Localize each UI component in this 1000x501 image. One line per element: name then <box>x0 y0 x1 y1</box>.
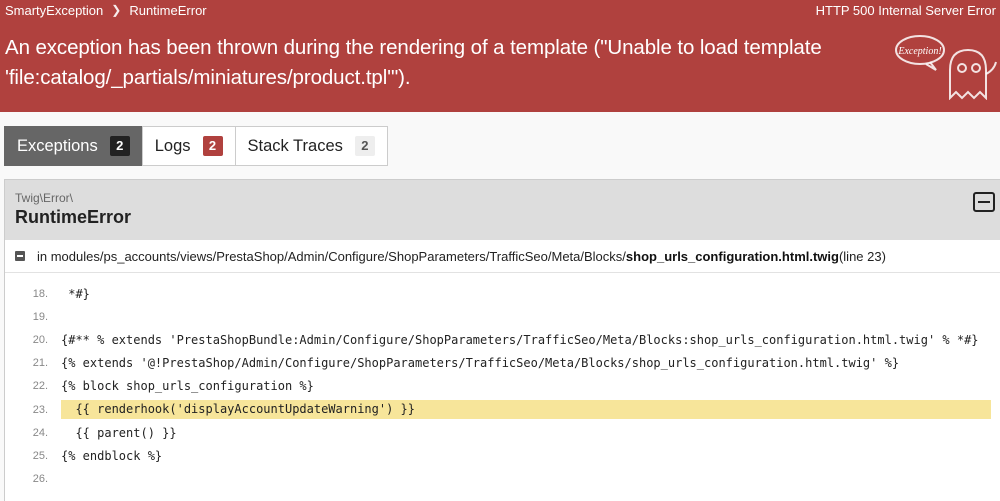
line-code: {{ parent() }} <box>61 425 177 440</box>
code-line: 20. {#** % extends 'PrestaShopBundle:Admi… <box>5 328 1000 351</box>
line-number: 22. <box>32 380 48 393</box>
tab-label: Stack Traces <box>247 136 343 155</box>
code-line: 18. *#} <box>5 282 1000 305</box>
code-snippet: 18. *#} 19. 20. {#** % extends 'PrestaSho… <box>5 282 1000 491</box>
line-number: 20. <box>32 333 48 346</box>
file-name[interactable]: shop_urls_configuration.html.twig <box>626 249 839 264</box>
breadcrumb: SmartyException ❯ RuntimeError <box>5 3 207 18</box>
exception-class: RuntimeError <box>15 207 132 227</box>
code-line: 22. {% block shop_urls_configuration %} <box>5 375 1000 398</box>
line-number: 26. <box>32 473 48 486</box>
tab-logs[interactable]: Logs 2 <box>141 126 236 166</box>
line-code: {% block shop_urls_configuration %} <box>61 379 314 394</box>
chevron-right-icon: ❯ <box>111 3 122 17</box>
ghost-icon: Exception! <box>895 35 997 100</box>
tab-count-badge: 2 <box>109 136 130 156</box>
line-code: {#** % extends 'PrestaShopBundle:Admin/C… <box>61 332 979 347</box>
tab-bar: Exceptions 2 Logs 2 Stack Traces 2 <box>4 126 388 166</box>
file-location: in modules/ps_accounts/views/PrestaShop/… <box>5 240 1000 273</box>
file-line-info: (line 23) <box>838 248 886 264</box>
exception-message: An exception has been thrown during the … <box>5 36 822 89</box>
line-code: {% endblock %} <box>61 448 163 463</box>
tab-label: Exceptions <box>17 136 98 155</box>
line-number: 21. <box>32 357 48 370</box>
code-line: 25. {% endblock %} <box>5 444 1000 467</box>
line-code: {{ renderhook('displayAccountUpdateWarni… <box>61 400 991 420</box>
exception-namespace: Twig\Error\ <box>15 191 74 205</box>
tab-exceptions[interactable]: Exceptions 2 <box>4 126 143 166</box>
code-line: 21. {% extends '@!PrestaShop/Admin/Config… <box>5 352 1000 375</box>
tab-count-badge: 2 <box>202 136 223 156</box>
exception-header: Twig\Error\ RuntimeError <box>5 180 1000 240</box>
tab-count-badge: 2 <box>354 136 375 156</box>
breadcrumb-root: SmartyException <box>5 2 104 18</box>
code-line: 24. {{ parent() }} <box>5 421 1000 444</box>
tab-label: Logs <box>154 136 191 155</box>
tab-stack-traces[interactable]: Stack Traces 2 <box>234 126 388 166</box>
exception-panel: Twig\Error\ RuntimeError in modules/ps_a… <box>4 179 1000 501</box>
ghost-text: Exception! <box>897 46 941 57</box>
line-number: 24. <box>32 426 48 439</box>
collapse-icon[interactable] <box>973 192 995 212</box>
line-code: *#} <box>61 286 90 301</box>
code-line-highlighted: 23. {{ renderhook('displayAccountUpdateW… <box>5 398 1000 421</box>
code-line: 26. <box>5 468 1000 491</box>
breadcrumb-current: RuntimeError <box>129 2 207 18</box>
line-number: 25. <box>32 449 48 462</box>
line-number: 23. <box>32 403 48 416</box>
file-path-prefix: in modules/ps_accounts/views/PrestaShop/… <box>37 248 626 264</box>
code-line: 19. <box>5 305 1000 328</box>
collapse-trace-icon[interactable] <box>15 251 25 261</box>
http-status: HTTP 500 Internal Server Error <box>815 2 996 18</box>
line-number: 19. <box>32 310 48 323</box>
line-code: {% extends '@!PrestaShop/Admin/Configure… <box>61 356 900 371</box>
top-bar: SmartyException ❯ RuntimeError HTTP 500 … <box>0 0 1000 20</box>
error-header: SmartyException ❯ RuntimeError HTTP 500 … <box>0 0 1000 112</box>
line-number: 18. <box>32 287 48 300</box>
